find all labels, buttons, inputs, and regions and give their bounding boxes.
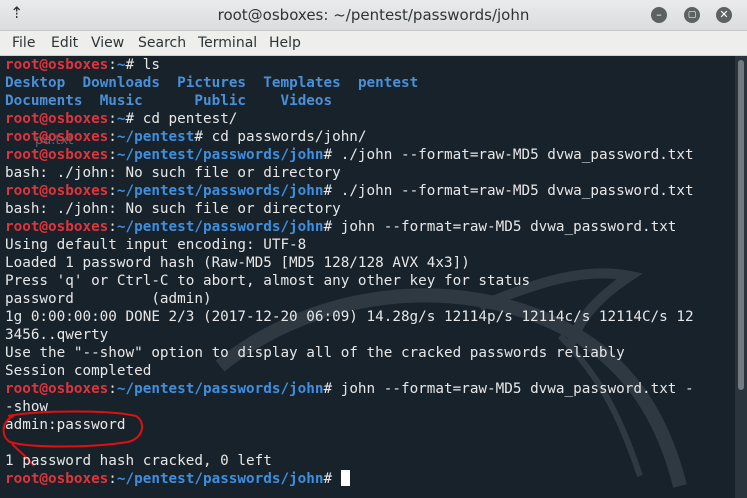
command-text: # ls (125, 57, 160, 73)
terminal-window: ⇡ root@osboxes: ~/pentest/passwords/john… (0, 0, 747, 498)
command-text: # john --format=raw-MD5 dvwa_password.tx… (323, 219, 677, 235)
line-cmd-cd-pentest: root@osboxes:~# cd pentest/ (5, 111, 238, 127)
command-text: # cd passwords/john/ (194, 129, 367, 145)
prompt-path: ~ (116, 57, 126, 73)
error-line: bash: ./john: No such file or directory (5, 201, 341, 217)
title-bar: ⇡ root@osboxes: ~/pentest/passwords/john… (0, 0, 747, 31)
dir-entry: Downloads (82, 75, 160, 91)
menu-edit[interactable]: Edit (51, 35, 78, 51)
dir-entry: Templates (263, 75, 341, 91)
menu-terminal[interactable]: Terminal (198, 35, 257, 51)
prompt-user: root@osboxes (5, 381, 109, 397)
line-prompt-current: root@osboxes:~/pentest/passwords/john# (5, 470, 350, 488)
close-button[interactable]: ✕ (716, 7, 732, 23)
dir-entry: Music (99, 93, 143, 109)
command-text: # ./john --format=raw-MD5 dvwa_password.… (323, 183, 694, 199)
prompt-path: ~/pentest/passwords/john (116, 219, 324, 235)
prompt-user: root@osboxes (5, 471, 109, 487)
prompt-user: root@osboxes (5, 183, 109, 199)
output-line: 1g 0:00:00:00 DONE 2/3 (2017-12-20 06:09… (5, 309, 694, 325)
line-cmd-john-1: root@osboxes:~/pentest/passwords/john# .… (5, 147, 694, 163)
dir-entry: Documents (5, 93, 83, 109)
prompt-path: ~/pentest/passwords/john (116, 471, 324, 487)
line-cmd-john-2: root@osboxes:~/pentest/passwords/john# .… (5, 183, 694, 199)
window-title: root@osboxes: ~/pentest/passwords/john (217, 6, 530, 24)
menu-bar: File Edit View Search Terminal Help (0, 31, 747, 56)
prompt-symbol: # (323, 471, 333, 487)
prompt-path: ~/pentest/passwords/john (116, 183, 324, 199)
dir-entry: Public (194, 93, 247, 109)
command-text: # ./john --format=raw-MD5 dvwa_password.… (323, 147, 694, 163)
dir-entry: Pictures (177, 75, 247, 91)
prompt-user: root@osboxes (5, 147, 109, 163)
output-line: 1 password hash cracked, 0 left (5, 453, 272, 469)
menu-view[interactable]: View (91, 35, 124, 51)
prompt-path: ~/pentest/passwords/john (116, 381, 324, 397)
line-cmd-ls: root@osboxes:~# ls (5, 57, 160, 73)
output-line: Loaded 1 password hash (Raw-MD5 [MD5 128… (5, 255, 470, 271)
error-line: bash: ./john: No such file or directory (5, 165, 341, 181)
menu-file[interactable]: File (12, 35, 35, 51)
output-line: 3456..qwerty (5, 327, 109, 343)
line-cmd-john-3: root@osboxes:~/pentest/passwords/john# j… (5, 219, 677, 235)
output-line: Session completed (5, 363, 152, 379)
menu-help[interactable]: Help (269, 35, 301, 51)
prompt-user: root@osboxes (5, 129, 109, 145)
text-cursor (340, 470, 350, 486)
command-text: # cd pentest/ (125, 111, 238, 127)
prompt-path: ~/pentest (116, 129, 195, 145)
ls-row-1: Desktop Downloads Pictures Templates pen… (5, 74, 418, 92)
dir-entry: pentest (357, 75, 419, 91)
dir-entry: Desktop (5, 75, 66, 91)
minimize-button[interactable]: – (651, 7, 667, 23)
scrollbar-thumb[interactable] (738, 60, 744, 390)
output-line: Press 'q' or Ctrl-C to abort, almost any… (5, 273, 531, 289)
ls-row-2: Documents Music Public Videos (5, 92, 332, 110)
line-cmd-john-show: root@osboxes:~/pentest/passwords/john# j… (5, 381, 694, 397)
prompt-user: root@osboxes (5, 57, 109, 73)
prompt-user: root@osboxes (5, 219, 109, 235)
prompt-user: root@osboxes (5, 111, 109, 127)
output-line: password (admin) (5, 291, 212, 307)
output-line: Using default input encoding: UTF-8 (5, 237, 307, 253)
command-text: # john --format=raw-MD5 dvwa_password.tx… (323, 381, 694, 397)
prompt-path: ~/pentest/passwords/john (116, 147, 324, 163)
menu-search[interactable]: Search (138, 35, 186, 51)
dir-entry: Videos (280, 93, 333, 109)
prompt-path: ~ (116, 111, 126, 127)
maximize-button[interactable]: ▢ (684, 7, 700, 23)
output-line: Use the "--show" option to display all o… (5, 345, 625, 361)
line-cmd-cd-john: root@osboxes:~/pentest# cd passwords/joh… (5, 129, 367, 145)
